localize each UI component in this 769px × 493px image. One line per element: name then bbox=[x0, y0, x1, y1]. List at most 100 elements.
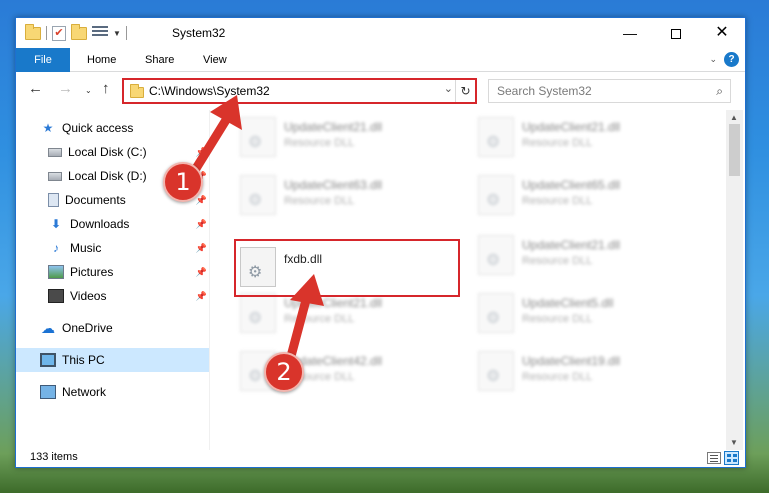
sidebar-item-pictures[interactable]: Pictures 📌 bbox=[16, 260, 209, 284]
sidebar-item-label: Downloads bbox=[70, 217, 130, 231]
forward-button[interactable]: → bbox=[58, 80, 73, 97]
file-name: UpdateClient21.dll bbox=[522, 120, 621, 134]
file-explorer-window: ✔ ▼ System32 — ✕ File Home Share View ⌄ … bbox=[15, 17, 746, 468]
sidebar-item-label: Pictures bbox=[70, 265, 114, 279]
sidebar-item-label: Quick access bbox=[62, 121, 134, 135]
ribbon-tabs: File Home Share View ⌄ ? bbox=[16, 48, 745, 72]
item-count: 133 items bbox=[30, 451, 78, 463]
properties-check-icon[interactable]: ✔ bbox=[52, 25, 66, 41]
address-bar[interactable]: C:\Windows\System32 ⌄ ↻ bbox=[122, 78, 477, 104]
file-list: UpdateClient21.dll Resource DLL UpdateCl… bbox=[214, 110, 726, 450]
help-icon[interactable]: ? bbox=[724, 52, 739, 67]
file-name: UpdateClient63.dll bbox=[284, 178, 383, 192]
dll-file-icon bbox=[478, 117, 514, 157]
file-type: Resource DLL bbox=[522, 255, 593, 267]
downloads-icon: ⬇ bbox=[50, 217, 62, 231]
quick-access-toolbar: ✔ ▼ bbox=[25, 23, 127, 42]
file-type: Resource DLL bbox=[284, 137, 355, 149]
sidebar-item-network[interactable]: Network bbox=[16, 380, 209, 404]
close-button[interactable]: ✕ bbox=[699, 18, 745, 48]
large-icons-view-icon[interactable] bbox=[724, 451, 739, 465]
address-dropdown-chevron-icon[interactable]: ⌄ bbox=[444, 82, 453, 95]
refresh-button[interactable]: ↻ bbox=[455, 80, 475, 102]
pin-icon[interactable]: 📌 bbox=[196, 243, 207, 254]
file-item[interactable]: UpdateClient21.dll Resource DLL bbox=[236, 110, 461, 164]
properties-list-icon[interactable] bbox=[92, 26, 108, 40]
navigation-pane: ★ Quick access Local Disk (C:) 📌 Local D… bbox=[16, 110, 211, 450]
videos-icon bbox=[48, 289, 64, 303]
file-item[interactable]: UpdateClient21.dll Resource DLL bbox=[474, 228, 699, 282]
pin-icon[interactable]: 📌 bbox=[196, 267, 207, 278]
maximize-icon bbox=[671, 29, 681, 40]
expand-ribbon-chevron-icon[interactable]: ⌄ bbox=[709, 54, 717, 65]
pin-icon[interactable]: 📌 bbox=[196, 291, 207, 302]
file-name: UpdateClient5.dll bbox=[522, 296, 614, 310]
sidebar-item-label: Documents bbox=[65, 193, 126, 207]
sidebar-item-downloads[interactable]: ⬇ Downloads 📌 bbox=[16, 212, 209, 236]
toolbar-separator bbox=[125, 26, 127, 40]
file-type: Resource DLL bbox=[522, 371, 593, 383]
tab-home[interactable]: Home bbox=[87, 48, 116, 72]
vertical-scrollbar[interactable]: ▲ ▼ bbox=[726, 110, 743, 450]
file-item[interactable]: UpdateClient63.dll Resource DLL bbox=[236, 168, 461, 222]
tab-view[interactable]: View bbox=[203, 48, 227, 72]
file-item[interactable]: UpdateClient21.dll Resource DLL bbox=[474, 110, 699, 164]
sidebar-item-onedrive[interactable]: ☁ OneDrive bbox=[16, 316, 209, 340]
sidebar-item-this-pc[interactable]: This PC bbox=[16, 348, 209, 372]
sidebar-item-videos[interactable]: Videos 📌 bbox=[16, 284, 209, 308]
sidebar-item-quick-access[interactable]: ★ Quick access bbox=[16, 116, 209, 140]
dll-file-icon bbox=[478, 175, 514, 215]
sidebar-item-local-disk-c[interactable]: Local Disk (C:) 📌 bbox=[16, 140, 209, 164]
this-pc-icon bbox=[40, 353, 56, 367]
search-input[interactable]: Search System32 ⌕ bbox=[488, 79, 731, 103]
dll-file-icon bbox=[240, 293, 276, 333]
search-icon[interactable]: ⌕ bbox=[716, 84, 723, 99]
file-type: Resource DLL bbox=[284, 313, 355, 325]
pin-icon[interactable]: 📌 bbox=[196, 219, 207, 230]
step-1-badge: 1 bbox=[163, 162, 203, 202]
sidebar-item-label: OneDrive bbox=[62, 321, 113, 335]
folder-icon bbox=[130, 84, 144, 98]
file-item[interactable]: UpdateClient65.dll Resource DLL bbox=[474, 168, 699, 222]
file-type: Resource DLL bbox=[522, 195, 593, 207]
file-type: Resource DLL bbox=[522, 313, 593, 325]
file-highlight-box bbox=[234, 239, 460, 297]
file-name: UpdateClient21.dll bbox=[284, 296, 383, 310]
customize-toolbar-chevron-icon[interactable]: ▼ bbox=[113, 29, 121, 38]
scroll-up-icon[interactable]: ▲ bbox=[730, 113, 738, 122]
details-view-icon[interactable] bbox=[707, 452, 721, 464]
scrollbar-thumb[interactable] bbox=[729, 124, 740, 176]
file-name: UpdateClient65.dll bbox=[522, 178, 621, 192]
sidebar-item-label: Local Disk (C:) bbox=[68, 145, 147, 159]
sidebar-item-label: This PC bbox=[62, 353, 105, 367]
tab-file[interactable]: File bbox=[16, 48, 70, 72]
tab-share[interactable]: Share bbox=[145, 48, 174, 72]
pin-icon[interactable]: 📌 bbox=[196, 147, 207, 158]
file-type: Resource DLL bbox=[284, 195, 355, 207]
sidebar-item-label: Music bbox=[70, 241, 102, 255]
dll-file-icon bbox=[478, 293, 514, 333]
back-button[interactable]: ← bbox=[28, 80, 43, 97]
file-name: UpdateClient19.dll bbox=[522, 354, 621, 368]
new-folder-icon[interactable] bbox=[71, 23, 87, 40]
address-path[interactable]: C:\Windows\System32 bbox=[149, 84, 270, 98]
pictures-icon bbox=[48, 265, 64, 279]
up-button[interactable]: ↑ bbox=[102, 80, 110, 97]
file-item[interactable]: UpdateClient5.dll Resource DLL bbox=[474, 286, 699, 340]
sidebar-item-music[interactable]: ♪ Music 📌 bbox=[16, 236, 209, 260]
minimize-button[interactable]: — bbox=[607, 18, 653, 48]
scroll-down-icon[interactable]: ▼ bbox=[730, 438, 738, 447]
dll-file-icon bbox=[478, 235, 514, 275]
file-item[interactable]: UpdateClient19.dll Resource DLL bbox=[474, 344, 699, 398]
sidebar-item-label: Local Disk (D:) bbox=[68, 169, 147, 183]
disk-icon bbox=[48, 171, 62, 181]
recent-locations-chevron-icon[interactable]: ⌄ bbox=[85, 86, 92, 95]
toolbar-separator bbox=[46, 26, 47, 40]
search-placeholder: Search System32 bbox=[497, 84, 592, 98]
sidebar-divider bbox=[209, 110, 210, 450]
pin-icon[interactable]: 📌 bbox=[196, 195, 207, 206]
file-name: UpdateClient21.dll bbox=[284, 120, 383, 134]
maximize-button[interactable] bbox=[653, 18, 699, 48]
dll-file-icon bbox=[478, 351, 514, 391]
dll-file-icon bbox=[240, 117, 276, 157]
